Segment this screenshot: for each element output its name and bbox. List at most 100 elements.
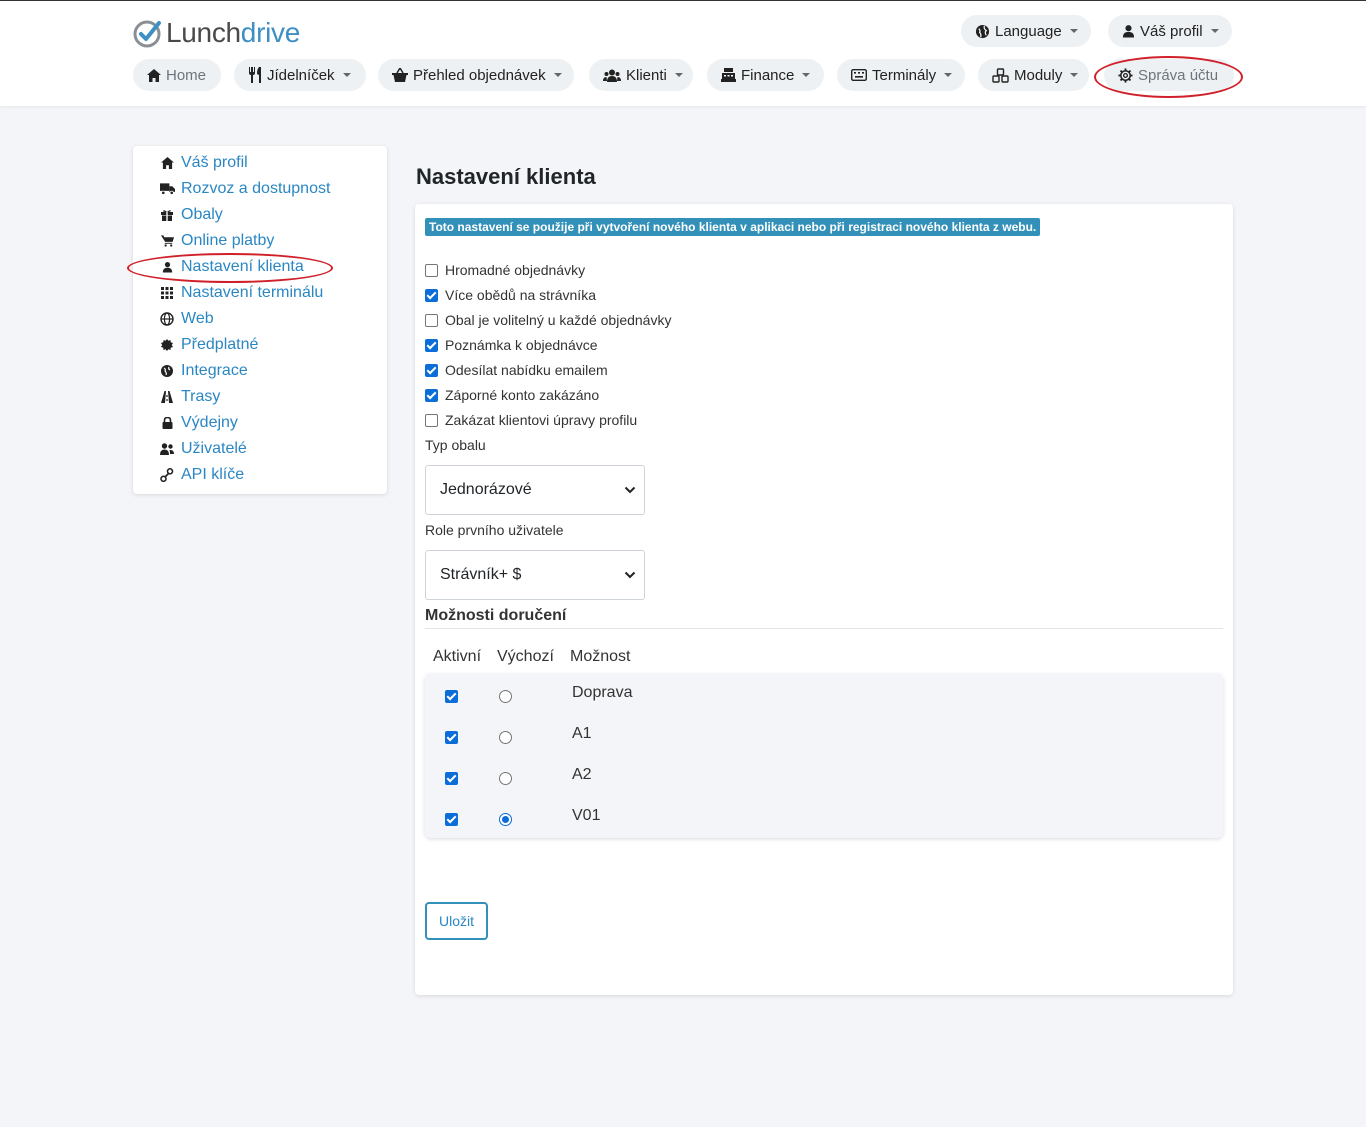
delivery-option-active-checkbox[interactable] [445, 813, 458, 826]
setting-checkbox-row[interactable]: Odesílat nabídku emailem [425, 360, 608, 380]
language-dropdown[interactable]: Language [961, 15, 1091, 47]
globe-icon [975, 24, 990, 38]
setting-checkbox-row[interactable]: Obal je volitelný u každé objednávky [425, 310, 671, 330]
sidebar-item-label[interactable]: Váš profil [181, 154, 248, 172]
sidebar-item-subscription[interactable]: Předplatné [133, 332, 387, 358]
setting-checkbox-row[interactable]: Zakázat klientovi úpravy profilu [425, 410, 637, 430]
chevron-down-icon [624, 571, 636, 579]
sidebar-item-routes[interactable]: Trasy [133, 384, 387, 410]
section-divider [425, 628, 1223, 629]
save-button[interactable]: Uložit [425, 902, 488, 940]
profile-label: Váš profil [1140, 22, 1203, 40]
sidebar-item-label[interactable]: Výdejny [181, 414, 238, 432]
sidebar-item-label[interactable]: Uživatelé [181, 440, 247, 458]
delivery-option-name: V01 [572, 807, 601, 824]
delivery-option-default-radio[interactable] [499, 690, 512, 703]
setting-checkbox[interactable] [425, 288, 438, 302]
setting-checkbox[interactable] [425, 388, 438, 402]
sidebar-item-label[interactable]: Online platby [181, 232, 274, 250]
sidebar-item-label[interactable]: API klíče [181, 466, 244, 484]
users-icon [159, 441, 175, 457]
packaging-type-select[interactable]: Jednorázové [425, 465, 645, 515]
caret-down-icon [553, 73, 562, 77]
sidebar-item-label[interactable]: Trasy [181, 388, 220, 406]
packaging-type-label: Typ obalu [425, 437, 486, 453]
sidebar-item-label[interactable]: Obaly [181, 206, 223, 224]
setting-checkbox-label: Více obědů na strávníka [445, 287, 596, 303]
sidebar-item-label[interactable]: Předplatné [181, 336, 258, 354]
sidebar-item-pickup-points[interactable]: Výdejny [133, 410, 387, 436]
nav-orders[interactable]: Přehled objednávek [378, 59, 574, 91]
setting-checkbox-row[interactable]: Záporné konto zakázáno [425, 385, 599, 405]
home-icon [159, 155, 175, 171]
page-title: Nastavení klienta [416, 164, 596, 189]
lock-icon [159, 415, 175, 431]
nav-menu-label: Jídelníček [267, 66, 335, 84]
delivery-options-table: Doprava A1 A2 V01 [425, 674, 1223, 838]
gift-icon [159, 207, 175, 223]
nav-finance-label: Finance [741, 66, 795, 84]
setting-checkbox[interactable] [425, 263, 438, 277]
setting-checkbox[interactable] [425, 363, 438, 377]
sidebar-item-label[interactable]: Nastavení klienta [181, 258, 304, 276]
nav-account-settings-label: Správa účtu [1138, 66, 1219, 84]
delivery-option-active-checkbox[interactable] [445, 772, 458, 785]
certificate-icon [159, 337, 175, 353]
settings-sidebar: Váš profil Rozvoz a dostupnost Obaly Onl… [133, 146, 387, 494]
client-settings-card: Toto nastavení se použije při vytvoření … [415, 204, 1233, 995]
sidebar-item-profile[interactable]: Váš profil [133, 150, 387, 176]
globe-icon [159, 311, 175, 327]
sidebar-item-online-payments[interactable]: Online platby [133, 228, 387, 254]
setting-checkbox[interactable] [425, 413, 438, 427]
delivery-option-active-checkbox[interactable] [445, 731, 458, 744]
first-user-role-value: Strávník+ $ [440, 566, 522, 583]
setting-checkbox-label: Zakázat klientovi úpravy profilu [445, 412, 638, 428]
delivery-option-active-checkbox[interactable] [445, 690, 458, 703]
setting-checkbox[interactable] [425, 338, 438, 352]
user-icon [1122, 25, 1135, 38]
sidebar-item-label[interactable]: Nastavení terminálu [181, 284, 323, 302]
setting-checkbox[interactable] [425, 313, 438, 327]
setting-checkbox-label: Záporné konto zakázáno [445, 387, 600, 403]
sidebar-item-web[interactable]: Web [133, 306, 387, 332]
setting-checkbox-label: Odesílat nabídku emailem [445, 362, 608, 378]
utensils-icon [249, 67, 261, 83]
sidebar-item-api-keys[interactable]: API klíče [133, 462, 387, 488]
nav-clients[interactable]: Klienti [589, 59, 693, 91]
basket-icon [392, 68, 408, 82]
delivery-option-default-radio[interactable] [499, 813, 512, 826]
gear-icon [1118, 67, 1133, 83]
sidebar-item-packaging[interactable]: Obaly [133, 202, 387, 228]
setting-checkbox-row[interactable]: Poznámka k objednávce [425, 335, 598, 355]
sidebar-item-delivery[interactable]: Rozvoz a dostupnost [133, 176, 387, 202]
profile-dropdown[interactable]: Váš profil [1108, 15, 1232, 47]
nav-finance[interactable]: Finance [707, 59, 824, 91]
first-user-role-select[interactable]: Strávník+ $ [425, 550, 645, 600]
caret-down-icon [1069, 29, 1078, 33]
sidebar-item-users[interactable]: Uživatelé [133, 436, 387, 462]
nav-account-settings[interactable]: Správa účtu [1104, 59, 1234, 91]
key-icon [159, 467, 175, 483]
nav-home[interactable]: Home [133, 59, 221, 91]
nav-menu[interactable]: Jídelníček [234, 59, 366, 91]
sidebar-item-terminal-settings[interactable]: Nastavení terminálu [133, 280, 387, 306]
delivery-option-row: V01 [425, 797, 1223, 838]
delivery-option-default-radio[interactable] [499, 772, 512, 785]
cubes-icon [992, 67, 1009, 83]
delivery-option-default-radio[interactable] [499, 731, 512, 744]
sidebar-item-integration[interactable]: Integrace [133, 358, 387, 384]
setting-checkbox-label: Hromadné objednávky [445, 262, 586, 278]
nav-terminals[interactable]: Terminály [837, 59, 965, 91]
brand-name: Lunchdrive [166, 17, 300, 48]
setting-checkbox-row[interactable]: Hromadné objednávky [425, 260, 585, 280]
lunchdrive-logo[interactable]: Lunchdrive [133, 15, 300, 51]
nav-modules[interactable]: Moduly [978, 59, 1089, 91]
home-icon [147, 68, 161, 82]
caret-down-icon [1070, 73, 1079, 77]
setting-checkbox-row[interactable]: Více obědů na strávníka [425, 285, 596, 305]
sidebar-item-label[interactable]: Rozvoz a dostupnost [181, 180, 330, 198]
sidebar-item-label[interactable]: Web [181, 310, 214, 328]
sidebar-item-label[interactable]: Integrace [181, 362, 248, 380]
delivery-options-heading: Možnosti doručení [425, 607, 567, 624]
sidebar-item-client-settings[interactable]: Nastavení klienta [133, 254, 387, 280]
